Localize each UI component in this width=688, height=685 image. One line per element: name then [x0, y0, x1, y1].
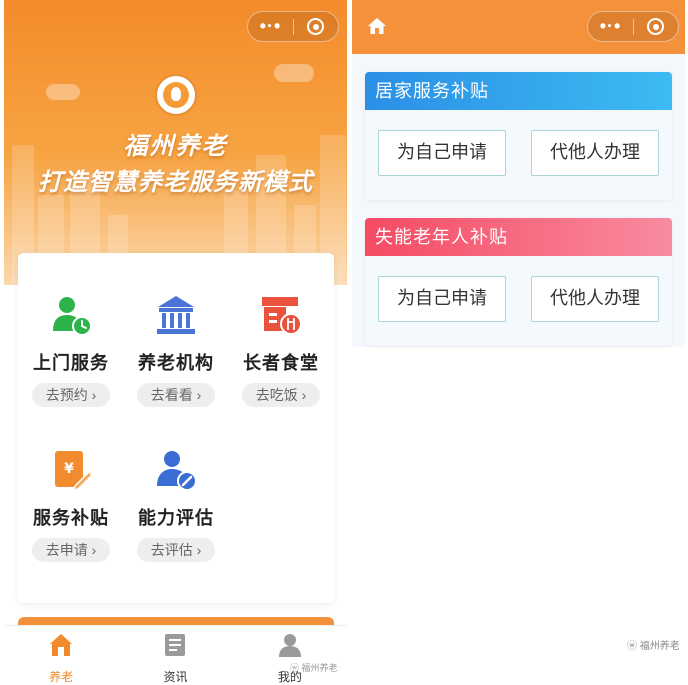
service-subsidy[interactable]: ¥ 服务补贴 去申请 ›: [18, 448, 124, 562]
apply-self-button[interactable]: 为自己申请: [378, 130, 506, 176]
apply-self-button[interactable]: 为自己申请: [378, 276, 506, 322]
lotus-icon: [163, 82, 189, 108]
left-screen: •·• 福州养老 打造智慧养老服务新模式 上门服务 去预约 › 养老机构 去看看…: [4, 0, 347, 685]
panel-title: 失能老年人补贴: [365, 218, 672, 256]
brand-logo: [155, 74, 197, 116]
service-assessment[interactable]: 能力评估 去评估 ›: [123, 448, 229, 562]
service-institution[interactable]: 养老机构 去看看 ›: [123, 293, 229, 407]
assessment-person-icon: [154, 448, 198, 492]
cloud-decoration: [46, 84, 80, 100]
svg-text:¥: ¥: [64, 461, 74, 477]
right-screen: •·• 居家服务补贴 为自己申请 代他人办理 失能老年人补贴 为自己申请 代他人…: [352, 0, 688, 685]
services-card: 上门服务 去预约 › 养老机构 去看看 › 长者食堂 去吃饭 › ¥ 服务补贴 …: [18, 253, 334, 603]
more-dots-icon[interactable]: •·•: [588, 11, 633, 42]
service-canteen[interactable]: 长者食堂 去吃饭 ›: [228, 293, 334, 407]
bottom-tabbar: 养老 资讯 我的: [4, 625, 347, 685]
home-icon: [48, 632, 74, 658]
disabled-elderly-subsidy-panel: 失能老年人补贴 为自己申请 代他人办理: [365, 218, 672, 346]
tab-mine[interactable]: 我的: [233, 626, 347, 685]
service-name: 能力评估: [138, 508, 214, 528]
canteen-store-icon: [259, 293, 303, 337]
banner-slogan: 打造智慧养老服务新模式: [38, 169, 313, 196]
tab-label: 养老: [49, 670, 74, 684]
service-name: 服务补贴: [33, 508, 109, 528]
top-bar: •·•: [352, 0, 685, 54]
target-close-icon[interactable]: [294, 18, 338, 35]
banner-title: 福州养老: [123, 133, 228, 160]
watermark: ⓦ 福州养老: [627, 641, 680, 652]
panel-title: 居家服务补贴: [365, 72, 672, 110]
apply-for-others-button[interactable]: 代他人办理: [531, 276, 659, 322]
tab-home[interactable]: 养老: [4, 626, 118, 685]
news-icon: [162, 632, 188, 658]
watermark: ⓦ 福州养老: [290, 663, 338, 673]
service-name: 长者食堂: [243, 353, 319, 373]
home-service-subsidy-panel: 居家服务补贴 为自己申请 代他人办理: [365, 72, 672, 200]
home-icon[interactable]: [367, 17, 387, 35]
tab-label: 资讯: [163, 670, 188, 684]
service-action-button[interactable]: 去申请 ›: [32, 538, 110, 562]
person-clock-icon: [49, 293, 93, 337]
more-dots-icon[interactable]: •·•: [248, 11, 293, 42]
service-action-button[interactable]: 去看看 ›: [137, 383, 215, 407]
miniprogram-capsule: •·•: [587, 11, 679, 42]
institution-building-icon: [154, 293, 198, 337]
target-close-icon[interactable]: [634, 18, 678, 35]
service-action-button[interactable]: 去吃饭 ›: [242, 383, 320, 407]
hero-banner: •·• 福州养老 打造智慧养老服务新模式: [4, 0, 347, 285]
service-home-visit[interactable]: 上门服务 去预约 ›: [18, 293, 124, 407]
service-name: 养老机构: [138, 353, 214, 373]
subsidy-document-icon: ¥: [49, 448, 94, 492]
service-action-button[interactable]: 去评估 ›: [137, 538, 215, 562]
service-name: 上门服务: [33, 353, 109, 373]
apply-for-others-button[interactable]: 代他人办理: [531, 130, 659, 176]
subsidy-page: 居家服务补贴 为自己申请 代他人办理 失能老年人补贴 为自己申请 代他人办理: [352, 54, 685, 347]
user-icon: [277, 632, 303, 658]
miniprogram-capsule: •·•: [247, 11, 339, 42]
cloud-decoration: [274, 64, 314, 82]
tab-news[interactable]: 资讯: [118, 626, 232, 685]
service-action-button[interactable]: 去预约 ›: [32, 383, 110, 407]
